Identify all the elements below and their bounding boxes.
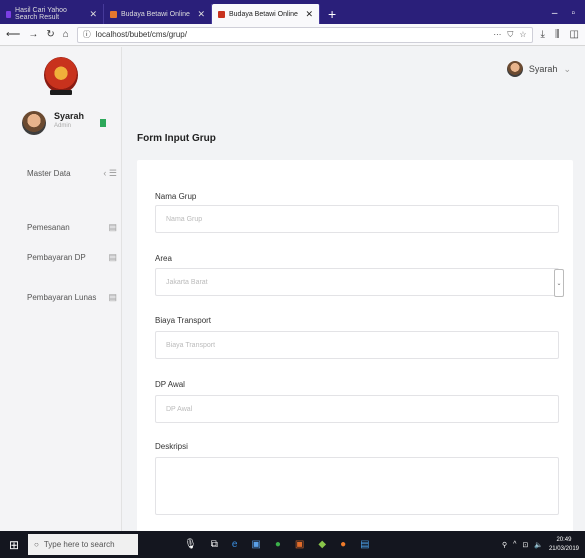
clock[interactable]: 20:49 21/03/2019 [549,536,579,554]
home-icon[interactable]: ⌂ [63,29,69,40]
biaya-transport-label: Biaya Transport [155,316,212,325]
nama-grup-label: Nama Grup [155,192,197,201]
sidebar-user-role: Admin [54,123,72,129]
browser-tab-bar: Hasil Cari Yahoo Search Result ✕ Budaya … [0,0,585,24]
logo [44,57,78,95]
minimize-icon[interactable]: – [552,4,558,24]
edge-icon[interactable]: e [232,539,238,550]
document-icon: ▤ [108,251,117,262]
sidebar-item-label: Pembayaran DP [27,252,86,262]
window-controls: – ▫ [542,4,585,24]
back-icon[interactable]: ⟵ [6,29,20,40]
time: 20:49 [556,536,572,543]
maximize-icon[interactable]: ▫ [571,4,575,24]
sidebar-user-name: Syarah [54,111,85,121]
sidebar-item-label: Master Data [27,168,71,178]
tab-title: Budaya Betawi Online [121,10,190,18]
sidebar-user: Syarah Admin [22,111,84,135]
bookmark-star-icon[interactable]: ☆ [519,30,526,40]
deskripsi-textarea[interactable] [155,457,559,515]
placeholder: Nama Grup [166,215,203,223]
taskbar: ⊞ ○ Type here to search 🎙 ⧉ e ▣ ● ▣ ◆ ● … [0,531,585,558]
dp-awal-input[interactable]: DP Awal [155,395,559,423]
placeholder: Biaya Transport [166,341,216,349]
user-menu[interactable]: Syarah ⌄ [506,61,571,77]
area-select[interactable]: Jakarta Barat ⌄ [155,268,564,297]
network-icon[interactable]: ⊡ [522,541,528,549]
deskripsi-label: Deskripsi [155,442,188,451]
close-tab-icon[interactable]: ✕ [89,9,97,20]
area-label: Area [155,254,172,263]
avatar [22,111,46,135]
people-icon[interactable]: ⚲ [502,541,507,549]
biaya-transport-input[interactable]: Biaya Transport [155,331,559,359]
close-tab-icon[interactable]: ✕ [305,9,313,20]
sidebar-item-master-data[interactable]: Master Data ‹ ☰ [27,166,117,180]
firefox-icon[interactable]: ● [340,539,346,550]
app-icon[interactable]: ▣ [295,539,304,550]
budaya-betawi-icon [218,10,225,18]
select-value: Jakarta Barat [166,278,208,286]
menu-collapse-icon: ‹ ☰ [103,167,117,178]
document-icon: ▤ [108,291,117,302]
browser-tab-1[interactable]: Hasil Cari Yahoo Search Result ✕ [0,4,104,24]
sidebar: Syarah Admin Master Data ‹ ☰ Pemesanan ▤… [0,47,122,531]
sidebar-item-label: Pemesanan [27,222,70,232]
volume-icon[interactable]: 🔈 [534,541,543,549]
more-icon[interactable]: ⋯ [493,30,501,40]
taskbar-apps: 🎙 ⧉ e ▣ ● ▣ ◆ ● ▤ [184,539,370,550]
budaya-betawi-icon [110,10,117,18]
nama-grup-input[interactable]: Nama Grup [155,205,559,233]
chevron-down-icon: ⌄ [563,63,571,74]
dp-awal-label: DP Awal [155,380,185,389]
form-card: Nama Grup Nama Grup Area Jakarta Barat ⌄… [137,160,573,540]
browser-tab-2[interactable]: Budaya Betawi Online ✕ [104,4,212,24]
forward-icon[interactable]: → [28,29,38,40]
placeholder: DP Awal [166,405,193,413]
chrome-icon[interactable]: ● [275,539,281,550]
url-bar[interactable]: ⓘ localhost/bubet/cms/grup/ ⋯ ⛉ ☆ [76,26,533,43]
page-title: Form Input Grup [137,133,216,144]
library-icon[interactable]: ⫼ [555,29,560,40]
task-view-icon[interactable]: ⧉ [211,539,218,550]
store-icon[interactable]: ▣ [251,539,260,550]
close-tab-icon[interactable]: ✕ [197,9,205,20]
new-tab-button[interactable]: + [320,4,344,24]
chevron-up-icon[interactable]: ^ [513,541,516,548]
sidebar-toggle-icon[interactable]: ◫ [570,29,579,40]
app-icon[interactable]: ▤ [360,539,369,550]
search-placeholder: Type here to search [43,540,115,549]
date: 21/03/2019 [548,545,579,552]
url-text: localhost/bubet/cms/grup/ [95,30,187,39]
taskbar-search[interactable]: ○ Type here to search [28,534,138,555]
windows-start-icon[interactable]: ⊞ [0,531,28,558]
sidebar-item-pembayaran-lunas[interactable]: Pembayaran Lunas ▤ [27,290,117,304]
browser-tab-3[interactable]: Budaya Betawi Online ✕ [212,4,320,24]
reload-icon[interactable]: ↻ [46,29,54,40]
system-tray: ⚲ ^ ⊡ 🔈 20:49 21/03/2019 [502,536,585,554]
yahoo-icon [6,10,12,18]
online-status-icon [100,119,106,127]
browser-nav-bar: ⟵ → ↻ ⌂ ⓘ localhost/bubet/cms/grup/ ⋯ ⛉ … [0,24,585,46]
microphone-icon[interactable]: 🎙 [184,539,197,550]
tab-title: Hasil Cari Yahoo Search Result [15,7,67,21]
avatar [506,61,523,77]
document-icon: ▤ [108,221,117,232]
pocket-icon[interactable]: ⛉ [507,30,513,40]
tab-title: Budaya Betawi Online [229,10,298,18]
top-header: Syarah ⌄ [122,47,585,109]
sidebar-item-pembayaran-dp[interactable]: Pembayaran DP ▤ [27,250,117,264]
sidebar-item-label: Pembayaran Lunas [27,292,97,302]
sidebar-item-pemesanan[interactable]: Pemesanan ▤ [27,220,117,234]
download-icon[interactable]: ⤓ [541,29,545,40]
header-user-name: Syarah [528,64,558,74]
chevron-down-icon[interactable]: ⌄ [554,269,564,297]
info-icon[interactable]: ⓘ [83,29,91,40]
search-icon: ○ [34,540,39,549]
app-icon[interactable]: ◆ [318,539,326,550]
